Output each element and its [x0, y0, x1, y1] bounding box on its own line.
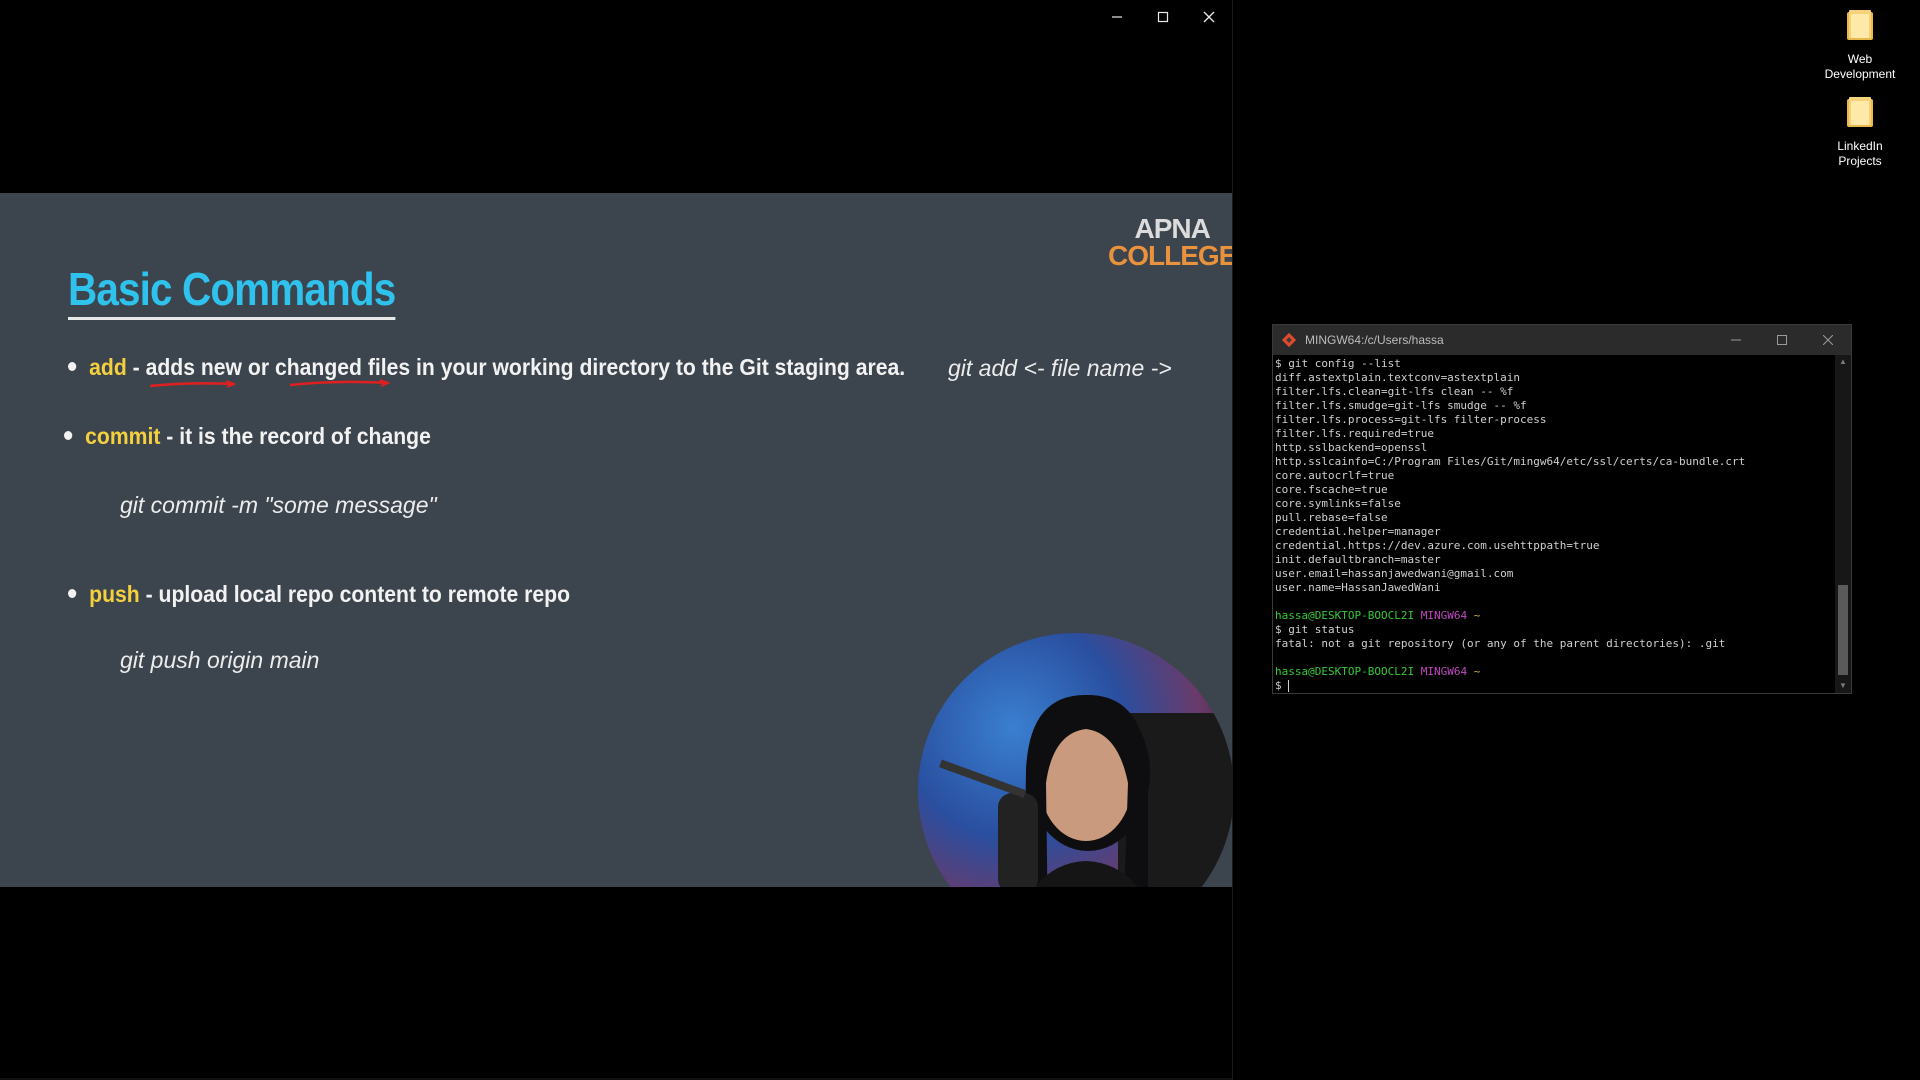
presentation-slide: APNA COLLEGE Basic Commands add - adds n… [0, 193, 1232, 887]
bullet-dot [68, 362, 77, 372]
terminal-line: http.sslbackend=openssl [1275, 441, 1428, 454]
prompt-dir: ~ [1473, 665, 1481, 678]
bullet-text-highlight-1: adds new [145, 354, 243, 380]
logo-line-2: COLLEGE [1108, 240, 1232, 271]
text-cursor [1288, 680, 1290, 692]
terminal-line: core.autocrlf=true [1275, 469, 1395, 482]
terminal-line: filter.lfs.clean=git-lfs clean -- %f [1275, 385, 1514, 398]
command-git-commit: git commit -m "some message" [120, 492, 437, 518]
close-icon [1203, 11, 1215, 23]
close-icon [1823, 335, 1833, 345]
bullet-dot [64, 431, 73, 441]
terminal-line: init.defaultbranch=master [1275, 553, 1441, 566]
desktop-icon-label: Projects [1838, 154, 1882, 168]
desktop-icon-linkedin-projects[interactable]: LinkedIn Projects [1815, 95, 1905, 169]
terminal-line: core.fscache=true [1275, 483, 1388, 496]
terminal-line: pull.rebase=false [1275, 511, 1388, 524]
slide-title: Basic Commands [68, 263, 396, 320]
minimize-button[interactable] [1094, 6, 1140, 28]
bullet-keyword: add [89, 354, 127, 380]
video-player-window[interactable]: APNA COLLEGE Basic Commands add - adds n… [0, 0, 1233, 1080]
maximize-icon [1777, 335, 1787, 345]
git-bash-terminal-window[interactable]: MINGW64:/c/Users/hassa $ git config --li… [1272, 324, 1852, 694]
scroll-down-arrow-icon[interactable]: ▼ [1835, 679, 1851, 693]
terminal-maximize-button[interactable] [1759, 325, 1805, 355]
desktop-icon-label: Web [1847, 52, 1873, 66]
bullet-dot [68, 589, 77, 599]
terminal-output[interactable]: $ git config --list diff.astextplain.text… [1273, 355, 1835, 693]
terminal-line: credential.https://dev.azure.com.usehttp… [1275, 539, 1600, 552]
terminal-prompt: hassa@DESKTOP-BOOCL2I MINGW64 ~ [1275, 609, 1835, 623]
folder-icon [1847, 97, 1873, 127]
bullet-text: in your working directory to the Git sta… [410, 354, 906, 380]
terminal-line: http.sslcainfo=C:/Program Files/Git/ming… [1275, 455, 1746, 468]
terminal-input-line[interactable]: $ [1275, 679, 1835, 693]
webcam-overlay [918, 633, 1232, 887]
terminal-line: filter.lfs.smudge=git-lfs smudge -- %f [1275, 399, 1527, 412]
desktop-icon-label: Development [1824, 67, 1896, 81]
desktop-icon-label: LinkedIn [1837, 139, 1883, 153]
pen-underline-2 [289, 379, 391, 387]
scrollbar-thumb[interactable] [1838, 585, 1848, 675]
prompt-dir: ~ [1473, 609, 1481, 622]
terminal-line: filter.lfs.required=true [1275, 427, 1434, 440]
command-git-push: git push origin main [120, 647, 320, 673]
scroll-up-arrow-icon[interactable]: ▲ [1835, 355, 1851, 369]
terminal-error-line: fatal: not a git repository (or any of t… [1275, 637, 1726, 650]
terminal-line: user.email=hassanjawedwani@gmail.com [1275, 567, 1514, 580]
terminal-minimize-button[interactable] [1713, 325, 1759, 355]
bullet-commit: commit - it is the record of change [64, 423, 431, 450]
bullet-keyword: commit [85, 423, 161, 449]
bullet-text: - [126, 354, 146, 380]
command-git-add: git add <- file name -> [948, 355, 1172, 381]
terminal-line: filter.lfs.process=git-lfs filter-proces… [1275, 413, 1547, 426]
bullet-text: - upload local repo content to remote re… [139, 581, 571, 607]
maximize-button[interactable] [1140, 6, 1186, 28]
prompt-user: hassa@DESKTOP-BOOCL2I [1275, 665, 1415, 678]
terminal-window-controls [1713, 325, 1851, 355]
terminal-input-prompt: $ [1275, 679, 1289, 692]
prompt-host: MINGW64 [1420, 609, 1468, 622]
maximize-icon [1157, 11, 1169, 23]
terminal-line: credential.helper=manager [1275, 525, 1441, 538]
terminal-scrollbar[interactable]: ▲ ▼ [1835, 355, 1851, 693]
prompt-user: hassa@DESKTOP-BOOCL2I [1275, 609, 1415, 622]
logo-line-1: APNA [1134, 213, 1211, 244]
bullet-push: push - upload local repo content to remo… [68, 581, 570, 608]
terminal-line: user.name=HassanJawedWani [1275, 581, 1441, 594]
window-controls [1094, 6, 1232, 28]
folder-icon [1847, 10, 1873, 40]
desktop-icon-web-development[interactable]: Web Development [1815, 8, 1905, 82]
close-button[interactable] [1186, 6, 1232, 28]
presenter-image [939, 694, 1232, 887]
bullet-keyword: push [89, 581, 140, 607]
terminal-line: $ git status [1275, 623, 1355, 636]
terminal-close-button[interactable] [1805, 325, 1851, 355]
terminal-titlebar[interactable]: MINGW64:/c/Users/hassa [1273, 325, 1851, 355]
terminal-line: $ git config --list [1275, 357, 1401, 370]
terminal-line: diff.astextplain.textconv=astextplain [1275, 371, 1521, 384]
apna-college-logo: APNA COLLEGE [1108, 213, 1232, 271]
minimize-icon [1731, 339, 1741, 341]
terminal-prompt: hassa@DESKTOP-BOOCL2I MINGW64 ~ [1275, 665, 1835, 679]
pen-underline-1 [149, 380, 237, 388]
git-bash-icon [1281, 332, 1297, 348]
minimize-icon [1112, 16, 1122, 18]
bullet-text: or [242, 354, 275, 380]
bullet-add: add - adds new or changed files in your … [68, 354, 905, 381]
bullet-text: - it is the record of change [160, 423, 431, 449]
terminal-title: MINGW64:/c/Users/hassa [1305, 333, 1444, 347]
terminal-line: core.symlinks=false [1275, 497, 1401, 510]
prompt-host: MINGW64 [1420, 665, 1468, 678]
